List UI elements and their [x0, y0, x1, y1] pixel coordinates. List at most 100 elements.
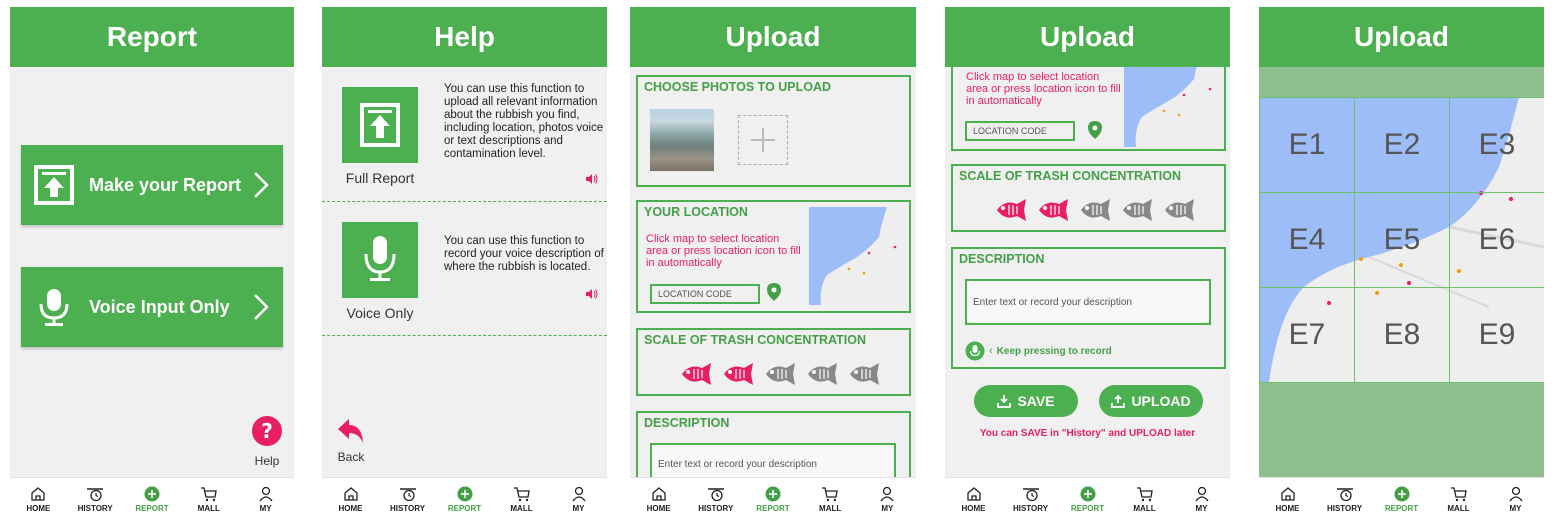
chevron-right-icon: [254, 172, 269, 198]
nav-report[interactable]: REPORT: [748, 486, 798, 513]
chevron-left-icon: ‹: [989, 345, 993, 357]
back-label: Back: [337, 450, 365, 464]
nav-my[interactable]: MY: [1177, 486, 1227, 513]
help-label: Help: [254, 454, 280, 468]
location-code-input[interactable]: LOCATION CODE: [965, 121, 1075, 141]
nav-my-label: MY: [881, 504, 894, 513]
photos-panel: CHOOSE PHOTOS TO UPLOAD: [636, 75, 911, 187]
home-icon: [31, 487, 46, 501]
add-photo-button[interactable]: [738, 115, 788, 165]
nav-home[interactable]: HOME: [1263, 486, 1313, 513]
location-code-input[interactable]: LOCATION CODE: [650, 284, 760, 304]
grid-cell-e1[interactable]: E1: [1259, 97, 1355, 193]
nav-report[interactable]: REPORT: [1377, 486, 1427, 513]
save-later-note: You can SAVE in "History" and UPLOAD lat…: [979, 428, 1196, 439]
fish-icon-selected[interactable]: [680, 360, 714, 393]
grid-cell-e2[interactable]: E2: [1354, 97, 1450, 193]
history-icon: [1022, 488, 1039, 502]
location-pin-icon[interactable]: [766, 282, 782, 302]
fish-icon-selected[interactable]: [722, 360, 756, 393]
description-input[interactable]: Enter text or record your description: [965, 279, 1211, 325]
photo-thumbnail[interactable]: [650, 109, 714, 171]
nav-home[interactable]: HOME: [13, 486, 63, 513]
nav-mall[interactable]: MALL: [497, 486, 547, 513]
save-button[interactable]: SAVE: [974, 385, 1078, 417]
nav-my[interactable]: MY: [862, 486, 912, 513]
grid-cell-e7[interactable]: E7: [1259, 287, 1355, 383]
record-button[interactable]: ‹ Keep pressing to record: [965, 341, 1112, 361]
map-thumbnail[interactable]: [809, 207, 909, 305]
scale-title: SCALE OF TRASH CONCENTRATION: [959, 169, 1181, 183]
nav-my[interactable]: MY: [554, 486, 604, 513]
speaker-icon[interactable]: [585, 173, 599, 185]
history-icon: [399, 488, 416, 502]
bottom-nav: HOME HISTORY REPORT MALL MY: [1259, 477, 1544, 521]
location-pin-icon[interactable]: [1087, 120, 1103, 140]
microphone-icon: [39, 289, 69, 326]
fish-icon[interactable]: [1079, 196, 1113, 229]
nav-home[interactable]: HOME: [634, 486, 684, 513]
nav-history[interactable]: HISTORY: [70, 486, 120, 513]
nav-mall[interactable]: MALL: [1120, 486, 1170, 513]
nav-history[interactable]: HISTORY: [691, 486, 741, 513]
grid-cell-e5[interactable]: E5: [1354, 192, 1450, 288]
nav-report[interactable]: REPORT: [1063, 486, 1113, 513]
location-hint: Click map to select location area or pre…: [646, 233, 801, 269]
nav-my[interactable]: MY: [1491, 486, 1541, 513]
nav-mall-label: MALL: [819, 504, 842, 513]
fish-icon[interactable]: [1121, 196, 1155, 229]
upload-button[interactable]: UPLOAD: [1099, 385, 1203, 417]
plus-circle-icon: [144, 486, 160, 502]
history-icon: [87, 488, 104, 502]
page-title: Upload: [945, 7, 1230, 67]
svg-text:?: ?: [261, 419, 273, 443]
nav-home[interactable]: HOME: [949, 486, 999, 513]
grid-cell-e6[interactable]: E6: [1449, 192, 1544, 288]
voice-input-button[interactable]: Voice Input Only: [21, 267, 283, 347]
fish-icon[interactable]: [848, 360, 882, 393]
page-title: Upload: [1259, 7, 1544, 67]
upload-icon: [34, 165, 74, 205]
fish-icon[interactable]: [806, 360, 840, 393]
history-icon: [707, 488, 724, 502]
home-icon: [1280, 487, 1295, 501]
make-report-button[interactable]: Make your Report: [21, 145, 283, 225]
nav-mall[interactable]: MALL: [1434, 486, 1484, 513]
page-title: Report: [10, 7, 294, 67]
nav-history[interactable]: HISTORY: [383, 486, 433, 513]
fish-icon-selected[interactable]: [1037, 196, 1071, 229]
nav-my[interactable]: MY: [241, 486, 291, 513]
location-panel: YOUR LOCATION Click map to select locati…: [636, 200, 911, 313]
nav-mall-label: MALL: [1447, 504, 1470, 513]
grid-cell-e4[interactable]: E4: [1259, 192, 1355, 288]
user-icon: [880, 486, 894, 502]
description-title: DESCRIPTION: [644, 416, 730, 430]
speaker-icon[interactable]: [585, 288, 599, 300]
back-button[interactable]: Back: [336, 417, 366, 464]
nav-history-label: HISTORY: [1012, 504, 1049, 513]
nav-report[interactable]: REPORT: [440, 486, 490, 513]
nav-history[interactable]: HISTORY: [1320, 486, 1370, 513]
grid-cell-e9[interactable]: E9: [1449, 287, 1544, 383]
fish-icon-selected[interactable]: [995, 196, 1029, 229]
nav-home[interactable]: HOME: [326, 486, 376, 513]
plus-icon: [751, 128, 775, 152]
scale-panel: SCALE OF TRASH CONCENTRATION: [636, 328, 911, 396]
nav-mall[interactable]: MALL: [184, 486, 234, 513]
fish-icon[interactable]: [764, 360, 798, 393]
history-icon: [1336, 488, 1353, 502]
voice-input-label: Voice Input Only: [89, 296, 230, 317]
nav-history[interactable]: HISTORY: [1006, 486, 1056, 513]
screen-upload-1: Upload CHOOSE PHOTOS TO UPLOAD YOUR LOCA…: [630, 7, 916, 521]
upload-icon: [342, 87, 418, 163]
grid-cell-e8[interactable]: E8: [1354, 287, 1450, 383]
grid-cell-e3[interactable]: E3: [1449, 97, 1544, 193]
fish-icon[interactable]: [1163, 196, 1197, 229]
user-icon: [1508, 486, 1523, 502]
screen-upload-2: Click map to select location area or pre…: [945, 7, 1230, 521]
help-button[interactable]: ? Help: [250, 415, 284, 468]
scale-panel: SCALE OF TRASH CONCENTRATION: [951, 164, 1226, 232]
nav-mall[interactable]: MALL: [805, 486, 855, 513]
upload-icon: [1111, 394, 1126, 408]
nav-report[interactable]: REPORT: [127, 486, 177, 513]
